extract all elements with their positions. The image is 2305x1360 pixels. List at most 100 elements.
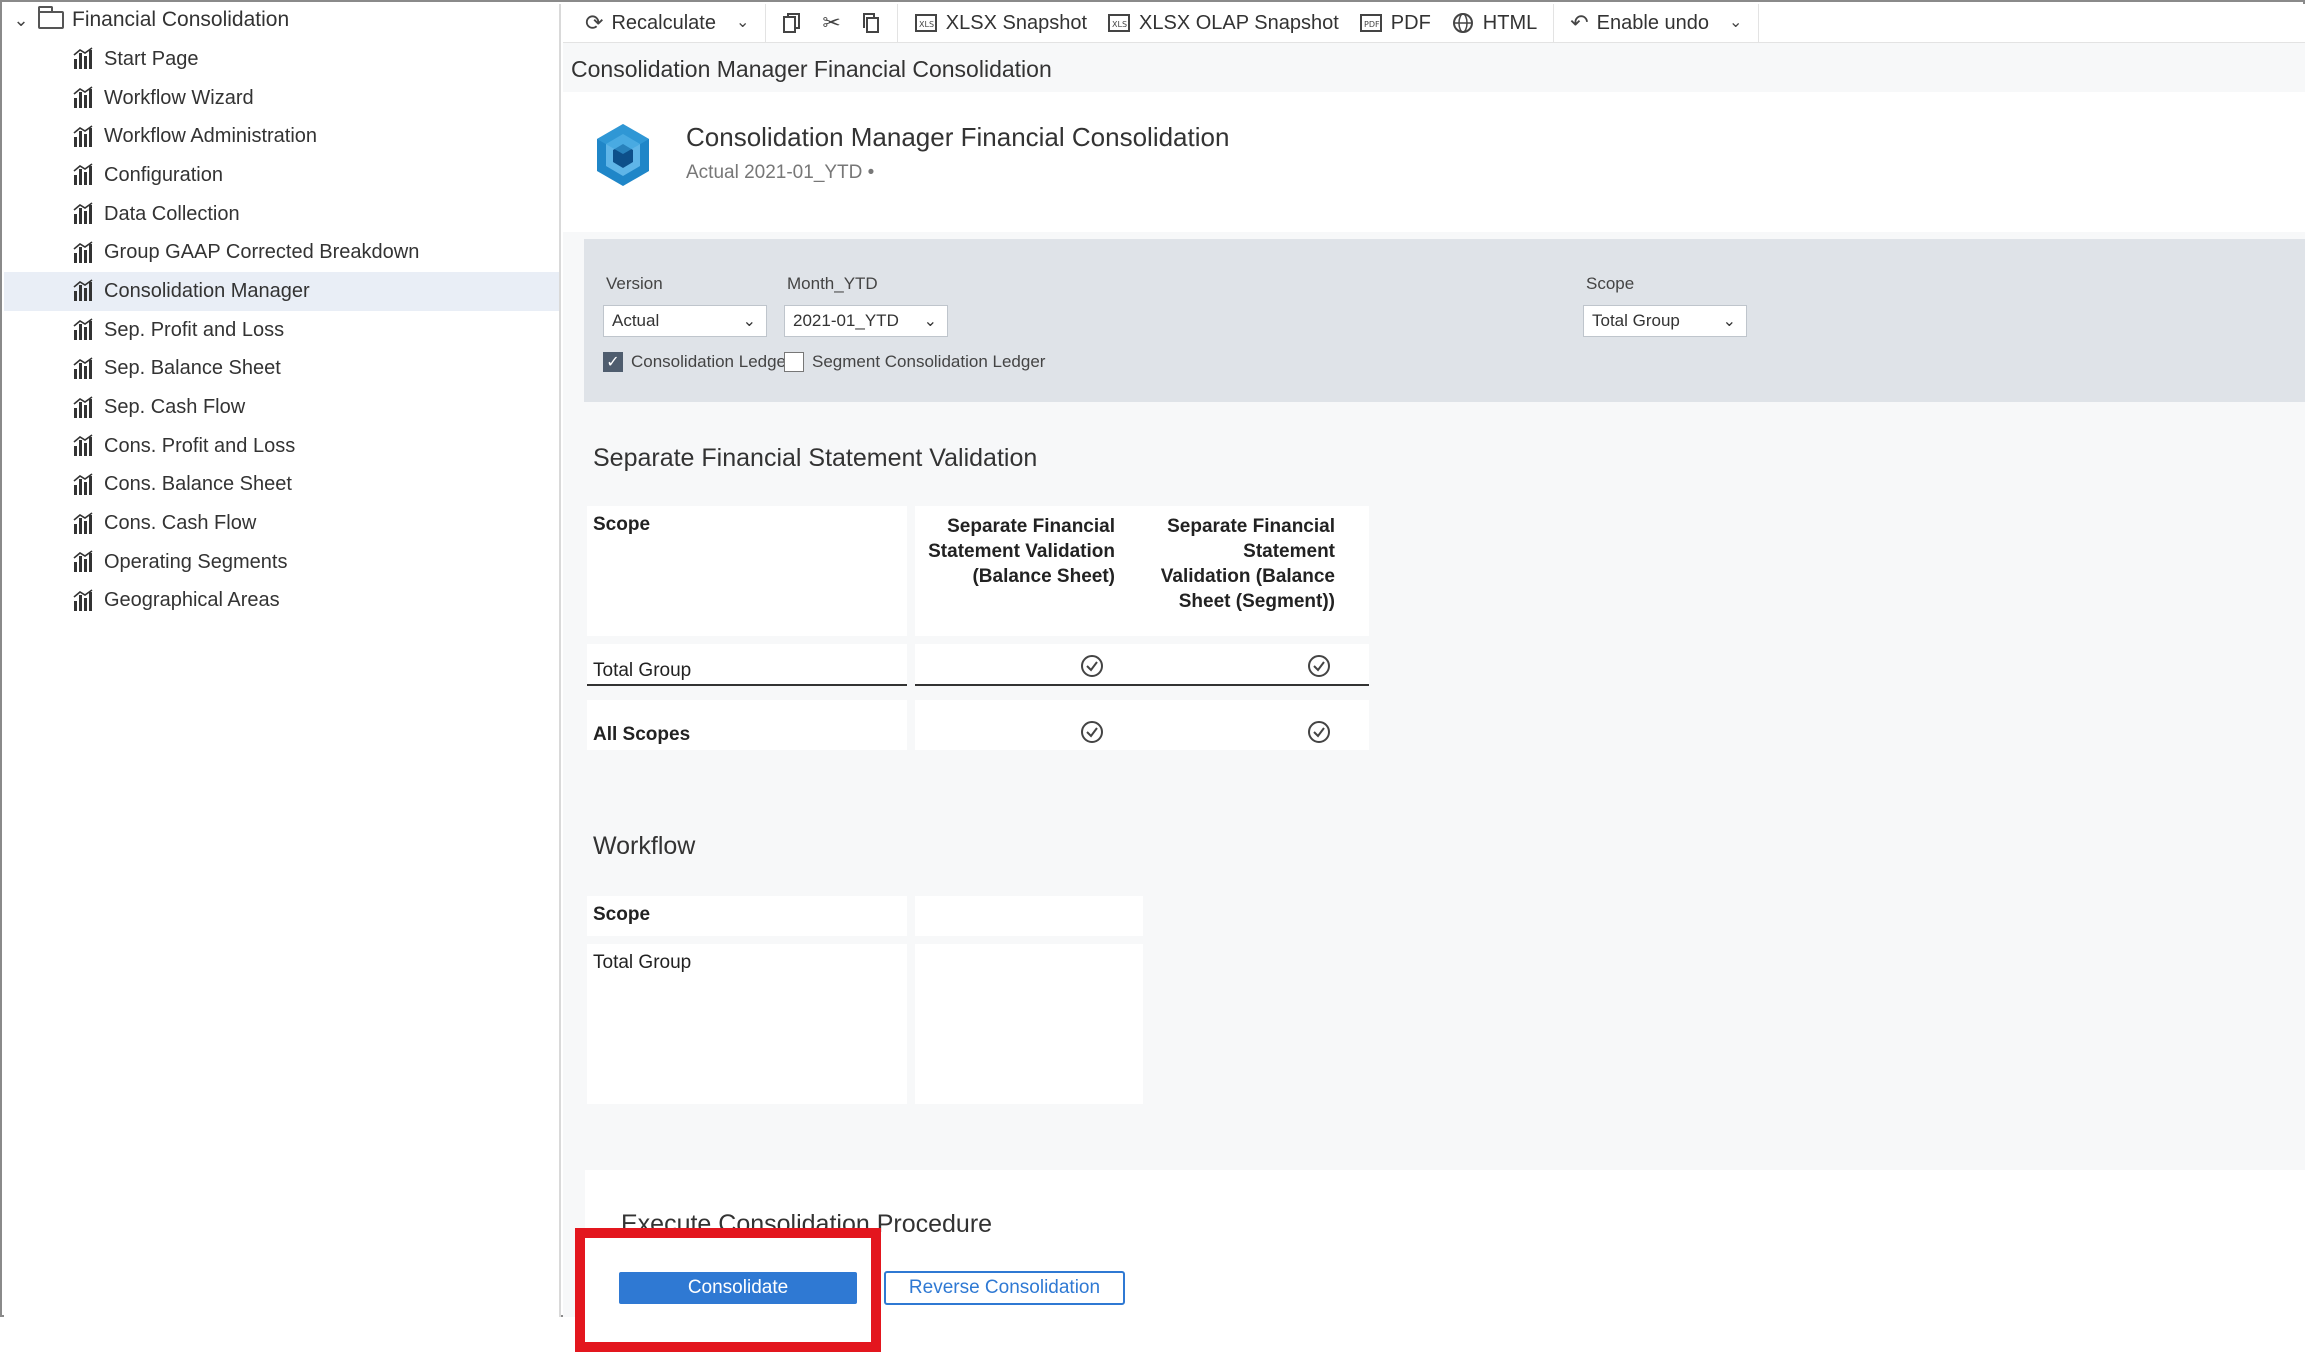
workflow-col-scope: Scope bbox=[587, 896, 907, 936]
sidebar-item[interactable]: Workflow Wizard bbox=[4, 79, 559, 118]
report-title: Consolidation Manager Financial Consolid… bbox=[686, 122, 1230, 152]
toolbar-group-clipboard: ✂ bbox=[766, 4, 898, 42]
report-chart-icon bbox=[73, 279, 93, 302]
toolbar-group-undo: ↶ Enable undo ⌄ bbox=[1554, 4, 1760, 42]
report-chart-icon bbox=[73, 589, 93, 611]
validation-row-bs-segment bbox=[1147, 644, 1369, 686]
xlsx-olap-snapshot-label: XLSX OLAP Snapshot bbox=[1139, 11, 1339, 34]
sidebar-item[interactable]: Sep. Balance Sheet bbox=[4, 350, 559, 389]
report-chart-icon bbox=[73, 86, 93, 109]
xlsx-snapshot-label: XLSX Snapshot bbox=[945, 11, 1088, 34]
validation-col-scope: Scope bbox=[587, 506, 907, 636]
sidebar-item[interactable]: Cons. Cash Flow bbox=[4, 504, 559, 543]
version-label: Version bbox=[606, 274, 663, 293]
main-content: ⟳ Recalculate ⌄ ✂ XLS XLSX Snapshot XLS … bbox=[563, 4, 2305, 1317]
report-chart-icon bbox=[73, 511, 93, 534]
tree-root-label: Financial Consolidation bbox=[72, 8, 290, 31]
highlight-box bbox=[575, 1228, 881, 1352]
sidebar-item[interactable]: Consolidation Manager bbox=[4, 272, 559, 311]
checkbox-checked-icon[interactable]: ✓ bbox=[603, 352, 623, 372]
chevron-down-icon[interactable]: ⌄ bbox=[4, 10, 38, 31]
tree-root-financial-consolidation[interactable]: ⌄ Financial Consolidation bbox=[4, 4, 289, 36]
sidebar-item-label: Configuration bbox=[104, 163, 223, 186]
xlsx-olap-snapshot-button[interactable]: XLS XLSX OLAP Snapshot bbox=[1107, 12, 1339, 35]
report-chart-icon bbox=[73, 163, 93, 186]
sidebar-item[interactable]: Operating Segments bbox=[4, 543, 559, 582]
sidebar-item-label: Workflow Wizard bbox=[104, 86, 254, 109]
segment-ledger-checkbox[interactable]: Segment Consolidation Ledger bbox=[784, 352, 1045, 372]
scope-value: Total Group bbox=[1592, 311, 1680, 330]
svg-text:XLS: XLS bbox=[1112, 20, 1127, 29]
report-chart-icon bbox=[73, 318, 93, 341]
sidebar-item-label: Sep. Profit and Loss bbox=[104, 318, 285, 341]
paste-icon bbox=[862, 13, 879, 33]
copy-button[interactable] bbox=[782, 12, 802, 34]
pdf-label: PDF bbox=[1390, 11, 1431, 34]
sidebar-item-label: Start Page bbox=[104, 47, 199, 70]
recalculate-label: Recalculate bbox=[611, 11, 716, 34]
segment-ledger-label: Segment Consolidation Ledger bbox=[812, 352, 1046, 371]
month-label: Month_YTD bbox=[787, 274, 878, 293]
xlsx-snapshot-button[interactable]: XLS XLSX Snapshot bbox=[914, 12, 1087, 35]
recalculate-button[interactable]: ⟳ Recalculate bbox=[585, 12, 716, 35]
sidebar-item[interactable]: Workflow Administration bbox=[4, 117, 559, 156]
consolidation-ledger-checkbox[interactable]: ✓ Consolidation Ledger bbox=[603, 352, 792, 372]
toolbar: ⟳ Recalculate ⌄ ✂ XLS XLSX Snapshot XLS … bbox=[563, 4, 2305, 43]
sidebar-item[interactable]: Configuration bbox=[4, 156, 559, 195]
report-chart-icon bbox=[73, 241, 93, 263]
report-chart-icon bbox=[73, 125, 93, 147]
sidebar-item-label: Cons. Cash Flow bbox=[104, 512, 257, 535]
sidebar-item[interactable]: Sep. Cash Flow bbox=[4, 388, 559, 427]
scope-label: Scope bbox=[1586, 274, 1635, 293]
chevron-down-icon: ⌄ bbox=[923, 313, 937, 330]
report-chart-icon bbox=[73, 434, 93, 457]
workflow-col-empty bbox=[915, 896, 1143, 936]
paste-button[interactable] bbox=[861, 12, 881, 34]
folder-icon bbox=[38, 6, 64, 29]
workflow-row-status bbox=[915, 944, 1143, 1104]
sidebar-item-label: Cons. Profit and Loss bbox=[104, 434, 296, 457]
globe-icon bbox=[1452, 13, 1473, 33]
check-circle-icon bbox=[1308, 721, 1330, 743]
consolidation-ledger-label: Consolidation Ledger bbox=[631, 352, 792, 371]
check-circle-icon bbox=[1081, 655, 1103, 677]
navigation-sidebar: ⌄ Financial Consolidation Start Page Work… bbox=[4, 4, 561, 1317]
undo-icon: ↶ bbox=[1570, 10, 1589, 35]
check-circle-icon bbox=[1308, 655, 1330, 677]
html-button[interactable]: HTML bbox=[1451, 11, 1537, 35]
version-select[interactable]: Actual ⌄ bbox=[603, 305, 767, 337]
sidebar-item-label: Sep. Cash Flow bbox=[104, 396, 246, 419]
workflow-section-title: Workflow bbox=[593, 832, 696, 860]
filter-panel: Version Actual ⌄ Month_YTD 2021-01_YTD ⌄… bbox=[584, 239, 2305, 402]
chevron-down-icon: ⌄ bbox=[742, 313, 756, 330]
sidebar-item-label: Cons. Balance Sheet bbox=[104, 473, 292, 496]
checkbox-unchecked-icon[interactable] bbox=[784, 352, 804, 372]
enable-undo-button[interactable]: ↶ Enable undo bbox=[1570, 12, 1709, 35]
sidebar-item[interactable]: Geographical Areas bbox=[4, 582, 559, 621]
svg-text:XLS: XLS bbox=[919, 20, 934, 29]
check-circle-icon bbox=[1081, 721, 1103, 743]
sidebar-item[interactable]: Group GAAP Corrected Breakdown bbox=[4, 233, 559, 272]
validation-total-scope: All Scopes bbox=[587, 700, 907, 750]
cut-button[interactable]: ✂ bbox=[822, 12, 840, 34]
sidebar-item-label: Consolidation Manager bbox=[104, 279, 310, 302]
report-chart-icon bbox=[73, 47, 93, 70]
chevron-down-icon: ⌄ bbox=[1729, 14, 1743, 31]
sidebar-item[interactable]: Cons. Profit and Loss bbox=[4, 427, 559, 466]
month-select[interactable]: 2021-01_YTD ⌄ bbox=[784, 305, 948, 337]
sidebar-item[interactable]: Sep. Profit and Loss bbox=[4, 311, 559, 350]
recalculate-dropdown-button[interactable]: ⌄ bbox=[736, 15, 749, 31]
report-header: Consolidation Manager Financial Consolid… bbox=[563, 92, 2305, 232]
reverse-consolidation-button[interactable]: Reverse Consolidation bbox=[884, 1271, 1125, 1305]
report-chart-icon bbox=[73, 357, 93, 379]
sidebar-item[interactable]: Start Page bbox=[4, 40, 559, 79]
sidebar-item[interactable]: Data Collection bbox=[4, 195, 559, 234]
scope-select[interactable]: Total Group ⌄ bbox=[1583, 305, 1747, 337]
sidebar-item-label: Group GAAP Corrected Breakdown bbox=[104, 241, 420, 264]
xlsx-file-icon: XLS bbox=[914, 14, 937, 32]
sidebar-item[interactable]: Cons. Balance Sheet bbox=[4, 466, 559, 505]
svg-text:PDF: PDF bbox=[1364, 20, 1380, 29]
undo-dropdown-button[interactable]: ⌄ bbox=[1729, 15, 1742, 31]
pdf-button[interactable]: PDF PDF bbox=[1359, 12, 1431, 35]
validation-col-bs: Separate Financial Statement Validation … bbox=[915, 506, 1147, 636]
